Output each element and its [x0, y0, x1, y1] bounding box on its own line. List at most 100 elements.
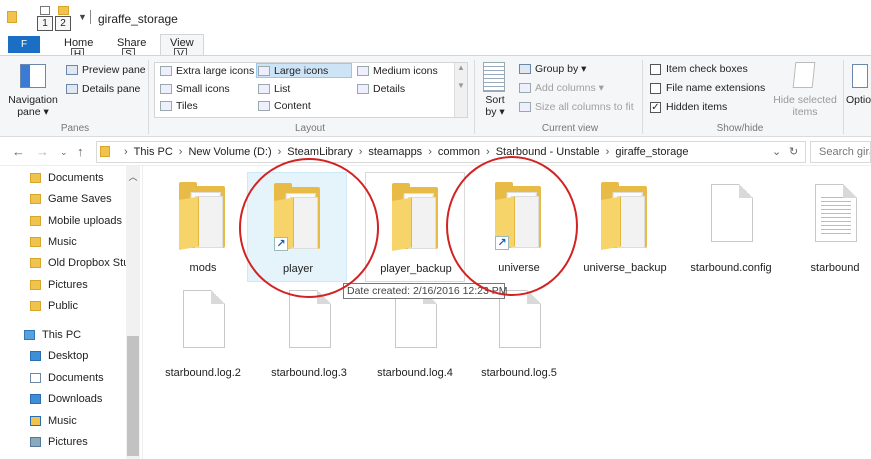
nav-item-label: Desktop: [48, 350, 89, 362]
tab-file[interactable]: F: [8, 36, 40, 53]
file-starbound[interactable]: starbound: [785, 172, 871, 282]
back-arrow-icon[interactable]: ←: [12, 144, 25, 159]
scroll-up-icon[interactable]: ︿: [126, 170, 140, 183]
breadcrumb-chevron-icon[interactable]: ›: [278, 146, 282, 158]
file-name: player_backup: [380, 263, 452, 275]
layout-details[interactable]: Details: [357, 83, 405, 95]
properties-icon[interactable]: [40, 6, 50, 15]
breadcrumb-item[interactable]: New Volume (D:): [188, 146, 271, 158]
folder-universe-backup[interactable]: universe_backup: [575, 172, 675, 282]
nav-item-documents[interactable]: Documents: [30, 172, 104, 184]
navigation-pane-button[interactable]: Navigation pane ▾: [4, 94, 62, 118]
folder-icon-front: [392, 197, 412, 251]
layout-content[interactable]: Content: [258, 100, 311, 112]
ribbon: Navigation pane ▾ Preview pane Details p…: [0, 55, 871, 137]
nav-item-game-saves[interactable]: Game Saves: [30, 193, 112, 205]
refresh-icon[interactable]: ↻: [789, 145, 798, 158]
add-columns-label: Add columns ▾: [535, 82, 604, 94]
preview-pane-button[interactable]: Preview pane: [66, 64, 146, 76]
search-input[interactable]: Search gira: [810, 141, 871, 163]
hidden-items-toggle[interactable]: ✓ Hidden items: [650, 101, 727, 113]
breadcrumb-item[interactable]: SteamLibrary: [287, 146, 352, 158]
details-icon: [357, 84, 369, 94]
window-title: giraffe_storage: [98, 12, 178, 26]
layout-item-label: Small icons: [176, 83, 230, 95]
breadcrumb-item[interactable]: giraffe_storage: [615, 146, 688, 158]
nav-item-label: Music: [48, 236, 77, 248]
breadcrumb-item[interactable]: This PC: [134, 146, 173, 158]
layout-medium-icons[interactable]: Medium icons: [357, 65, 438, 77]
options-icon[interactable]: [852, 64, 868, 88]
add-columns-icon: [519, 83, 531, 93]
layout-extra-large-icons[interactable]: Extra large icons: [160, 65, 254, 77]
nav-item-mobile-uploads[interactable]: Mobile uploads: [30, 215, 122, 227]
details-pane-button[interactable]: Details pane: [66, 83, 140, 95]
options-button[interactable]: Optio: [846, 94, 871, 106]
nav-item-music[interactable]: Music: [30, 236, 77, 248]
file-name: starbound.log.5: [481, 367, 557, 379]
breadcrumb-chevron-icon[interactable]: ›: [486, 146, 490, 158]
layout-large-icons[interactable]: Large icons: [258, 65, 328, 77]
file-name-extensions-checkbox[interactable]: [650, 82, 661, 94]
layout-item-label: Medium icons: [373, 65, 438, 77]
file-name-extensions-toggle[interactable]: File name extensions: [650, 82, 765, 94]
nav-item-public[interactable]: Public: [30, 300, 78, 312]
layout-item-label: Tiles: [176, 100, 198, 112]
nav-item-documents-pc[interactable]: Documents: [30, 372, 104, 384]
nav-item-desktop[interactable]: Desktop: [30, 350, 88, 362]
layout-item-label: Content: [274, 100, 311, 112]
breadcrumb-chevron-icon[interactable]: ›: [179, 146, 183, 158]
nav-item-old-dropbox[interactable]: Old Dropbox Stu: [30, 257, 129, 269]
folder-icon-front: [601, 196, 621, 250]
layout-gallery-scroll[interactable]: ▲ ▼: [454, 63, 467, 117]
layout-item-label: Extra large icons: [176, 65, 255, 77]
pictures-icon: [30, 437, 41, 447]
folder-icon: [30, 280, 41, 290]
quick-access-dropdown-icon[interactable]: ▼: [78, 12, 87, 22]
hidden-items-checkbox[interactable]: ✓: [650, 101, 661, 113]
documents-icon: [30, 373, 41, 383]
nav-item-label: This PC: [42, 329, 82, 341]
layout-list[interactable]: List: [258, 83, 290, 95]
up-arrow-icon[interactable]: ↑: [77, 144, 84, 159]
navigation-pane-icon[interactable]: [20, 64, 46, 88]
file-starbound-log-2[interactable]: starbound.log.2: [153, 278, 253, 388]
item-check-boxes-checkbox[interactable]: [650, 63, 661, 75]
add-columns-button[interactable]: Add columns ▾: [519, 82, 604, 94]
breadcrumb-item[interactable]: common: [438, 146, 480, 158]
item-check-boxes-toggle[interactable]: Item check boxes: [650, 63, 748, 75]
nav-item-pictures-pc[interactable]: Pictures: [30, 436, 88, 448]
breadcrumb-chevron-icon[interactable]: ›: [359, 146, 363, 158]
size-columns-icon: [519, 102, 531, 112]
nav-item-music-pc[interactable]: Music: [30, 415, 77, 427]
ribbon-separator: [642, 60, 643, 134]
keytip-2: 2: [55, 16, 71, 31]
show-hide-group-label: Show/hide: [716, 123, 764, 134]
new-folder-icon[interactable]: [58, 6, 69, 15]
sort-by-icon[interactable]: [483, 62, 505, 92]
layout-small-icons[interactable]: Small icons: [160, 83, 230, 95]
current-view-group-label: Current view: [541, 123, 599, 134]
forward-arrow-icon[interactable]: →: [36, 144, 49, 159]
breadcrumb-chevron-icon[interactable]: ›: [606, 146, 610, 158]
nav-item-this-pc[interactable]: This PC: [24, 329, 81, 341]
breadcrumb-chevron-icon[interactable]: ›: [428, 146, 432, 158]
hide-selected-icon[interactable]: [792, 62, 816, 88]
address-history-dropdown-icon[interactable]: ⌄: [772, 145, 781, 158]
folder-icon: [30, 258, 41, 268]
file-starbound-config[interactable]: starbound.config: [681, 172, 781, 282]
breadcrumb-item[interactable]: steamapps: [368, 146, 422, 158]
layout-tiles[interactable]: Tiles: [160, 100, 198, 112]
file-name: starbound: [810, 262, 860, 274]
recent-locations-chevron-icon[interactable]: ⌄: [60, 147, 68, 158]
keytip-1: 1: [37, 16, 53, 31]
nav-item-downloads[interactable]: Downloads: [30, 393, 102, 405]
nav-scroll-thumb[interactable]: [127, 336, 139, 456]
group-by-button[interactable]: Group by ▾: [519, 63, 586, 75]
breadcrumb-chevron-icon[interactable]: ›: [124, 146, 128, 158]
nav-item-label: Music: [48, 415, 77, 427]
nav-item-pictures[interactable]: Pictures: [30, 279, 88, 291]
sort-by-button[interactable]: Sort by ▾: [478, 94, 512, 118]
size-columns-button[interactable]: Size all columns to fit: [519, 101, 634, 113]
hide-selected-items-button[interactable]: Hide selected items: [770, 94, 840, 118]
